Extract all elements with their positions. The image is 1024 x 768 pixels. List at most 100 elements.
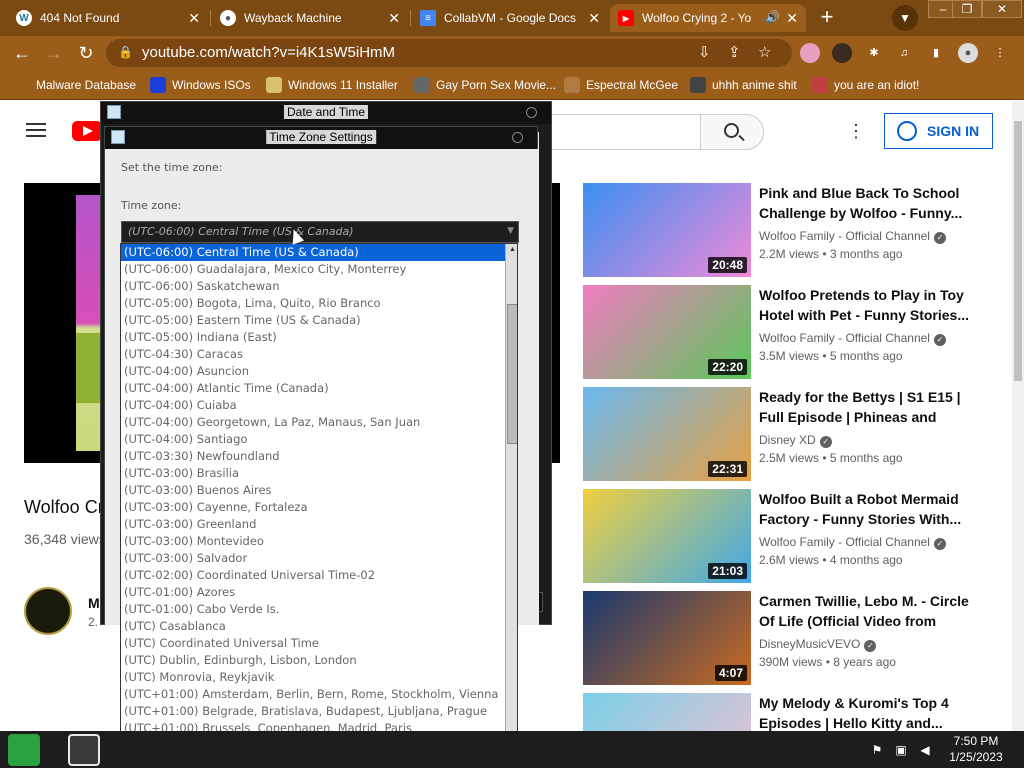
reload-button[interactable]: ↻ — [74, 41, 98, 65]
time-zone-dropdown[interactable]: (UTC-06:00) Central Time (US & Canada) (U… — [120, 243, 518, 753]
volume-icon[interactable]: ◀ — [918, 743, 932, 757]
recommended-video[interactable]: 22:31 Ready for the Bettys | S1 E15 | Ful… — [583, 387, 1003, 483]
taskbar-clock[interactable]: 7:50 PM 1/25/2023 — [936, 733, 1016, 765]
start-menu-icon[interactable] — [8, 734, 40, 766]
recommended-channel[interactable]: Disney XD ✓ — [759, 433, 832, 448]
profile-extension-icon[interactable] — [832, 43, 852, 63]
time-zone-option[interactable]: (UTC-04:00) Atlantic Time (Canada) — [121, 380, 505, 397]
close-icon[interactable]: ✕ — [786, 10, 798, 27]
time-zone-option[interactable]: (UTC) Casablanca — [121, 618, 505, 635]
recommended-video[interactable]: 20:48 Pink and Blue Back To School Challe… — [583, 183, 1003, 279]
recommended-video-title[interactable]: Wolfoo Pretends to Play in Toy Hotel wit… — [759, 285, 969, 325]
lock-icon[interactable]: 🔒 — [118, 45, 133, 59]
dialog-titlebar[interactable]: Date and Time — [101, 102, 551, 124]
forward-button[interactable]: → — [42, 41, 66, 65]
scroll-up-icon[interactable]: ▲ — [506, 244, 517, 256]
time-zone-option[interactable]: (UTC-06:00) Central Time (US & Canada) — [121, 244, 505, 261]
time-zone-option[interactable]: (UTC-04:00) Santiago — [121, 431, 505, 448]
scrollbar-thumb[interactable] — [1014, 121, 1022, 381]
recommended-channel[interactable]: Wolfoo Family - Official Channel ✓ — [759, 331, 946, 346]
bookmark-malware-database[interactable]: Malware Database — [14, 76, 136, 94]
address-bar[interactable]: 🔒 youtube.com/watch?v=i4K1sW5iHmM ⇩ ⇪ ☆ — [106, 39, 792, 67]
recommended-video-title[interactable]: Wolfoo Built a Robot Mermaid Factory - F… — [759, 489, 969, 529]
window-close-button[interactable]: ✕ — [982, 0, 1022, 18]
time-zone-option[interactable]: (UTC-05:00) Indiana (East) — [121, 329, 505, 346]
settings-kebab-icon[interactable]: ⋮ — [846, 121, 866, 143]
bookmark-anime[interactable]: uhhh anime shit — [690, 76, 797, 94]
recommended-channel[interactable]: Wolfoo Family - Official Channel ✓ — [759, 535, 946, 550]
new-tab-button[interactable]: + — [814, 5, 840, 31]
time-zone-option[interactable]: (UTC-05:00) Bogota, Lima, Quito, Rio Bra… — [121, 295, 505, 312]
bookmark-espectral-mcgee[interactable]: Espectral McGee — [564, 76, 678, 94]
tab-wayback-machine[interactable]: ● Wayback Machine ✕ — [212, 4, 408, 32]
close-icon[interactable] — [512, 132, 523, 143]
time-zone-option[interactable]: (UTC) Coordinated Universal Time — [121, 635, 505, 652]
time-zone-option[interactable]: (UTC-01:00) Cabo Verde Is. — [121, 601, 505, 618]
page-scrollbar[interactable] — [1012, 101, 1024, 731]
dropdown-scrollbar[interactable]: ▲ ▼ — [505, 244, 517, 752]
chevron-down-icon[interactable]: ▼ — [892, 5, 918, 31]
extensions-puzzle-icon[interactable]: ✱ — [864, 43, 884, 63]
time-zone-option[interactable]: (UTC-03:00) Greenland — [121, 516, 505, 533]
extension-flag-icon[interactable] — [800, 43, 820, 63]
recommended-channel[interactable]: Wolfoo Family - Official Channel ✓ — [759, 229, 946, 244]
search-input[interactable] — [548, 114, 700, 150]
time-zone-option[interactable]: (UTC) Monrovia, Reykjavik — [121, 669, 505, 686]
channel-avatar[interactable] — [24, 587, 72, 635]
video-thumbnail[interactable]: 21:03 — [583, 489, 751, 583]
hamburger-menu-icon[interactable] — [26, 123, 46, 137]
speaker-icon[interactable]: 🔊 — [765, 10, 780, 24]
bookmark-movie[interactable]: Gay Porn Sex Movie... — [414, 76, 556, 94]
chrome-taskbar-icon[interactable] — [68, 734, 100, 766]
tab-404-not-found[interactable]: W 404 Not Found ✕ — [8, 4, 208, 32]
bookmark-windows-11-installer[interactable]: Windows 11 Installer — [266, 76, 398, 94]
time-zone-option[interactable]: (UTC-04:00) Georgetown, La Paz, Manaus, … — [121, 414, 505, 431]
url-text[interactable]: youtube.com/watch?v=i4K1sW5iHmM — [142, 44, 395, 61]
video-thumbnail[interactable]: 20:48 — [583, 183, 751, 277]
time-zone-option[interactable]: (UTC-03:00) Buenos Aires — [121, 482, 505, 499]
channel-name[interactable]: M — [88, 595, 100, 611]
recommended-video[interactable]: 21:03 Wolfoo Built a Robot Mermaid Factor… — [583, 489, 1003, 585]
close-icon[interactable] — [526, 107, 537, 118]
video-thumbnail[interactable]: 22:20 — [583, 285, 751, 379]
bookmark-windows-isos[interactable]: Windows ISOs — [150, 76, 251, 94]
back-button[interactable]: ← — [10, 41, 34, 65]
time-zone-option[interactable]: (UTC) Dublin, Edinburgh, Lisbon, London — [121, 652, 505, 669]
time-zone-option[interactable]: (UTC-05:00) Eastern Time (US & Canada) — [121, 312, 505, 329]
search-button[interactable] — [700, 114, 764, 150]
time-zone-option[interactable]: (UTC-03:00) Brasilia — [121, 465, 505, 482]
youtube-logo[interactable] — [72, 121, 102, 141]
bookmark-you-are-an-idiot[interactable]: you are an idiot! — [812, 76, 919, 94]
recommended-video-title[interactable]: Carmen Twillie, Lebo M. - Circle Of Life… — [759, 591, 969, 631]
tab-wolfoo-crying[interactable]: ▶ Wolfoo Crying 2 - Yo 🔊 ✕ — [610, 4, 806, 32]
time-zone-option[interactable]: (UTC-03:30) Newfoundland — [121, 448, 505, 465]
time-zone-option[interactable]: (UTC-03:00) Salvador — [121, 550, 505, 567]
recommended-video[interactable]: 4:07 Carmen Twillie, Lebo M. - Circle Of … — [583, 591, 1003, 687]
time-zone-option[interactable]: (UTC-04:00) Cuiaba — [121, 397, 505, 414]
recommended-channel[interactable]: DisneyMusicVEVO ✓ — [759, 637, 877, 652]
close-icon[interactable]: ✕ — [188, 10, 200, 27]
dialog-titlebar[interactable]: Time Zone Settings — [105, 127, 537, 149]
tab-collabvm-docs[interactable]: ≡ CollabVM - Google Docs ✕ — [412, 4, 608, 32]
flag-icon[interactable]: ⚑ — [870, 743, 884, 757]
close-icon[interactable]: ✕ — [388, 10, 400, 27]
time-zone-option[interactable]: (UTC-06:00) Saskatchewan — [121, 278, 505, 295]
recommended-video-title[interactable]: Pink and Blue Back To School Challenge b… — [759, 183, 969, 223]
video-thumbnail[interactable]: 4:07 — [583, 591, 751, 685]
recommended-video-title[interactable]: My Melody & Kuromi's Top 4 Episodes | He… — [759, 693, 969, 733]
time-zone-option[interactable]: (UTC-01:00) Azores — [121, 584, 505, 601]
menu-kebab-icon[interactable]: ⋮ — [990, 43, 1010, 63]
time-zone-option[interactable]: (UTC-03:00) Cayenne, Fortaleza — [121, 499, 505, 516]
network-icon[interactable]: ▣ — [894, 743, 908, 757]
time-zone-select[interactable]: (UTC-06:00) Central Time (US & Canada) ▼ — [121, 221, 519, 243]
time-zone-option[interactable]: (UTC-04:00) Asuncion — [121, 363, 505, 380]
media-control-icon[interactable]: ♫ — [894, 43, 914, 63]
close-icon[interactable]: ✕ — [588, 10, 600, 27]
dropdown-scroll-thumb[interactable] — [507, 304, 517, 444]
video-thumbnail[interactable]: 22:31 — [583, 387, 751, 481]
side-panel-icon[interactable]: ▮ — [926, 43, 946, 63]
bookmark-star-icon[interactable]: ☆ — [758, 43, 771, 61]
recommended-video-title[interactable]: Ready for the Bettys | S1 E15 | Full Epi… — [759, 387, 969, 427]
sign-in-button[interactable]: SIGN IN — [884, 113, 993, 149]
time-zone-option[interactable]: (UTC-02:00) Coordinated Universal Time-0… — [121, 567, 505, 584]
